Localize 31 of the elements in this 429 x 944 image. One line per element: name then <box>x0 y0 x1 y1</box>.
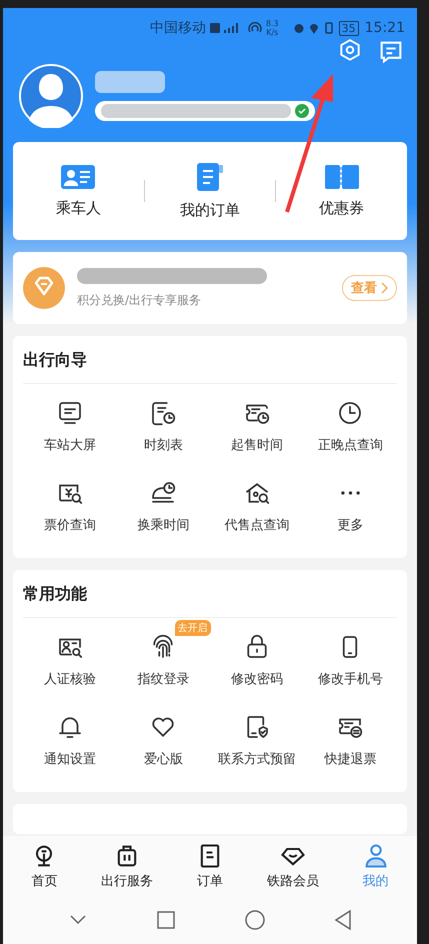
feature-item[interactable]: 票价查询 <box>44 464 96 544</box>
feature-item[interactable]: 修改密码 <box>230 618 283 698</box>
tab[interactable]: 首页 <box>3 836 86 896</box>
tab[interactable]: 出行服务 <box>86 836 169 896</box>
tab[interactable]: 订单 <box>168 836 252 896</box>
speed-unit: K/s <box>266 28 278 37</box>
status-badge: 去开启 <box>174 620 210 636</box>
quick-link[interactable]: 优惠券 <box>276 164 408 218</box>
tab[interactable]: 铁路会员 <box>251 836 334 896</box>
network-speed: 8.3 <box>266 19 279 28</box>
quick-link[interactable]: 乘车人 <box>13 164 144 218</box>
feature-item[interactable]: 正晚点查询 <box>318 384 383 464</box>
feature-item[interactable]: 车站大屏 <box>44 384 96 464</box>
feature-item[interactable]: 通知设置 <box>44 698 96 778</box>
carrier-name: 中国移动 <box>150 19 206 37</box>
feature-item[interactable]: 修改手机号 <box>318 618 383 698</box>
feature-item[interactable]: 联系方式预留 <box>218 698 296 778</box>
feature-item[interactable]: 时刻表 <box>144 384 183 464</box>
feature-item[interactable]: 代售点查询 <box>224 464 290 544</box>
quick-link[interactable]: 我的订单 <box>144 162 276 220</box>
battery-level: 35 <box>338 20 359 36</box>
feature-item[interactable]: 快捷退票 <box>324 698 376 778</box>
feature-item[interactable]: 换乘时间 <box>137 464 190 544</box>
clock-time: 15:21 <box>364 20 405 36</box>
feature-item[interactable]: 爱心版 <box>144 698 183 778</box>
feature-item[interactable]: 人证核验 <box>44 618 96 698</box>
feature-item[interactable]: 更多 <box>337 464 364 544</box>
section-title: 出行向导 <box>23 336 397 384</box>
feature-item[interactable]: 起售时间 <box>230 384 283 464</box>
points-subtitle: 积分兑换/出行专享服务 <box>77 292 202 308</box>
section-title: 常用功能 <box>23 570 397 618</box>
